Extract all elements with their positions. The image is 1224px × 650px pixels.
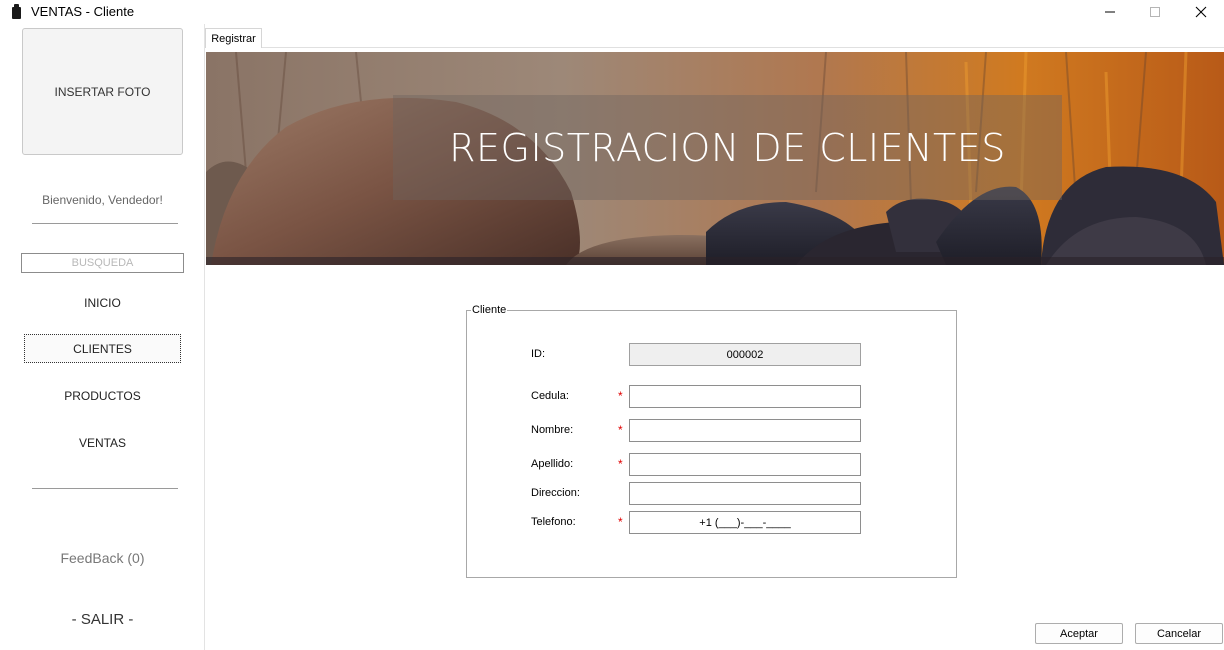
direccion-field[interactable]: [629, 482, 861, 505]
divider: [32, 488, 178, 489]
apellido-field[interactable]: [629, 453, 861, 476]
welcome-text: Bienvenido, Vendedor!: [42, 193, 163, 207]
banner-title: REGISTRACION DE CLIENTES: [449, 125, 1006, 170]
nav-item-productos[interactable]: PRODUCTOS: [24, 381, 181, 410]
telefono-field[interactable]: [629, 511, 861, 534]
search-input[interactable]: [21, 253, 184, 273]
id-label: ID:: [531, 348, 546, 360]
maximize-icon: [1150, 7, 1160, 17]
tab-registrar[interactable]: Registrar: [205, 28, 262, 48]
sidebar: INSERTAR FOTO Bienvenido, Vendedor! INIC…: [0, 24, 205, 650]
telefono-required-mark: *: [618, 515, 623, 529]
group-title: Cliente: [471, 304, 508, 316]
divider: [32, 223, 178, 224]
apellido-required-mark: *: [618, 457, 623, 471]
feedback-link[interactable]: FeedBack (0): [0, 550, 205, 566]
id-field: [629, 343, 861, 366]
tab-strip-line: [262, 47, 1224, 48]
title-bar: VENTAS - Cliente: [0, 0, 1224, 24]
nombre-field[interactable]: [629, 419, 861, 442]
minimize-icon: [1105, 11, 1115, 13]
telefono-label: Telefono:: [531, 516, 576, 528]
close-button[interactable]: [1178, 0, 1224, 24]
banner-image: REGISTRACION DE CLIENTES: [206, 52, 1224, 265]
window-title: VENTAS - Cliente: [31, 4, 135, 19]
direccion-label: Direccion:: [531, 487, 580, 499]
exit-button[interactable]: - SALIR -: [0, 611, 205, 628]
cedula-field[interactable]: [629, 385, 861, 408]
app-window: VENTAS - Cliente INSERTAR FOTO Bienvenid…: [0, 0, 1224, 650]
nav-item-inicio[interactable]: INICIO: [24, 288, 181, 317]
app-icon: [12, 4, 21, 19]
nav-item-clientes[interactable]: CLIENTES: [24, 334, 181, 363]
maximize-button[interactable]: [1132, 0, 1178, 24]
nombre-label: Nombre:: [531, 424, 574, 436]
nombre-required-mark: *: [618, 423, 623, 437]
cancel-button[interactable]: Cancelar: [1135, 623, 1223, 644]
cedula-label: Cedula:: [531, 390, 569, 402]
cedula-required-mark: *: [618, 389, 623, 403]
accept-button[interactable]: Aceptar: [1035, 623, 1123, 644]
insert-photo-button[interactable]: INSERTAR FOTO: [22, 28, 183, 155]
minimize-button[interactable]: [1087, 0, 1133, 24]
banner-title-box: REGISTRACION DE CLIENTES: [393, 95, 1062, 200]
close-icon: [1195, 6, 1207, 18]
nav-item-ventas[interactable]: VENTAS: [24, 428, 181, 457]
apellido-label: Apellido:: [531, 458, 574, 470]
